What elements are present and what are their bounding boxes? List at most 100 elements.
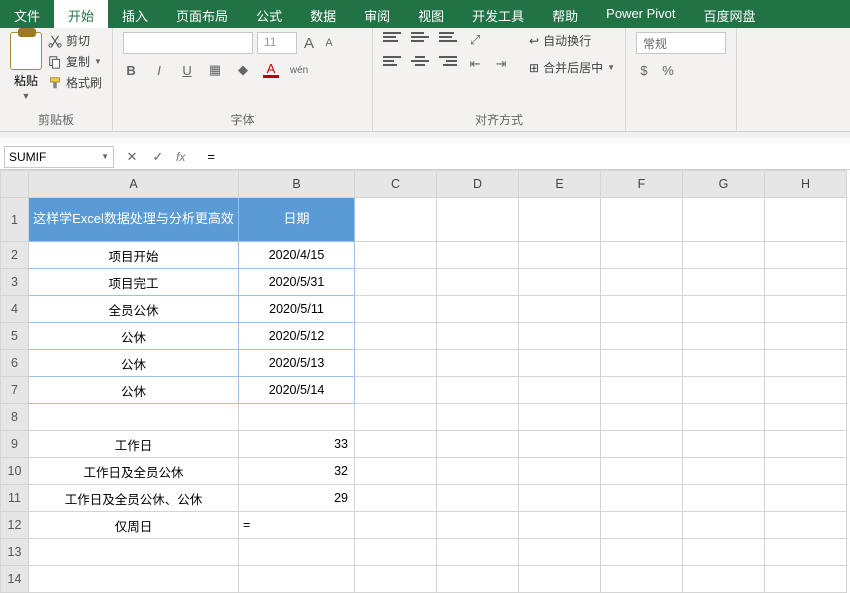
indent-decrease-button[interactable]: ⇤ [467, 56, 483, 72]
cell-E3[interactable] [519, 269, 601, 296]
tab-baidu[interactable]: 百度网盘 [690, 0, 770, 28]
cell-B7[interactable]: 2020/5/14 [239, 377, 355, 404]
row-header-1[interactable]: 1 [1, 198, 29, 242]
cell-G5[interactable] [683, 323, 765, 350]
font-color-button[interactable]: A [263, 62, 279, 78]
cell-H9[interactable] [765, 431, 847, 458]
formatpainter-button[interactable]: 格式刷 [48, 74, 102, 91]
cell-A5[interactable]: 公休 [29, 323, 239, 350]
cell-F2[interactable] [601, 242, 683, 269]
fill-color-button[interactable]: ◆ [235, 62, 251, 78]
cell-H6[interactable] [765, 350, 847, 377]
col-header-G[interactable]: G [683, 171, 765, 198]
col-header-E[interactable]: E [519, 171, 601, 198]
tab-developer[interactable]: 开发工具 [458, 0, 538, 28]
cell-B4[interactable]: 2020/5/11 [239, 296, 355, 323]
align-right-button[interactable] [439, 56, 457, 70]
number-format-select[interactable]: 常规 [636, 32, 726, 54]
cell-A14[interactable] [29, 566, 239, 593]
cell-B6[interactable]: 2020/5/13 [239, 350, 355, 377]
cell-C4[interactable] [355, 296, 437, 323]
cell-C13[interactable] [355, 539, 437, 566]
row-header-12[interactable]: 12 [1, 512, 29, 539]
tab-powerpivot[interactable]: Power Pivot [592, 0, 689, 28]
cell-E6[interactable] [519, 350, 601, 377]
select-all-corner[interactable] [1, 171, 29, 198]
cell-E12[interactable] [519, 512, 601, 539]
currency-button[interactable]: $ [636, 62, 652, 78]
cell-H7[interactable] [765, 377, 847, 404]
cell-H3[interactable] [765, 269, 847, 296]
cell-G9[interactable] [683, 431, 765, 458]
cell-G13[interactable] [683, 539, 765, 566]
enter-formula-button[interactable]: ✓ [150, 149, 166, 165]
row-header-11[interactable]: 11 [1, 485, 29, 512]
cell-E14[interactable] [519, 566, 601, 593]
cell-F12[interactable] [601, 512, 683, 539]
cell-G2[interactable] [683, 242, 765, 269]
cell-C8[interactable] [355, 404, 437, 431]
cell-G8[interactable] [683, 404, 765, 431]
decrease-font-button[interactable]: A [321, 35, 337, 51]
cell-F6[interactable] [601, 350, 683, 377]
cell-G11[interactable] [683, 485, 765, 512]
row-header-3[interactable]: 3 [1, 269, 29, 296]
cell-F5[interactable] [601, 323, 683, 350]
tab-home[interactable]: 开始 [54, 0, 108, 28]
col-header-F[interactable]: F [601, 171, 683, 198]
col-header-C[interactable]: C [355, 171, 437, 198]
chevron-down-icon[interactable]: ▼ [22, 91, 31, 101]
cell-E8[interactable] [519, 404, 601, 431]
cell-G7[interactable] [683, 377, 765, 404]
cell-F1[interactable] [601, 198, 683, 242]
cell-D2[interactable] [437, 242, 519, 269]
cell-E10[interactable] [519, 458, 601, 485]
orientation-button[interactable]: ⤢ [467, 32, 483, 48]
cell-G4[interactable] [683, 296, 765, 323]
tab-pagelayout[interactable]: 页面布局 [162, 0, 242, 28]
cell-B14[interactable] [239, 566, 355, 593]
cell-H5[interactable] [765, 323, 847, 350]
cell-D9[interactable] [437, 431, 519, 458]
cell-E7[interactable] [519, 377, 601, 404]
cell-A4[interactable]: 全员公休 [29, 296, 239, 323]
cell-D8[interactable] [437, 404, 519, 431]
cell-G3[interactable] [683, 269, 765, 296]
chevron-down-icon[interactable]: ▼ [94, 57, 102, 66]
tab-view[interactable]: 视图 [404, 0, 458, 28]
cell-D13[interactable] [437, 539, 519, 566]
cell-H12[interactable] [765, 512, 847, 539]
cell-E9[interactable] [519, 431, 601, 458]
cell-E5[interactable] [519, 323, 601, 350]
cancel-formula-button[interactable]: ✕ [124, 149, 140, 165]
wrap-text-button[interactable]: ↩ 自动换行 [529, 32, 615, 49]
cell-C2[interactable] [355, 242, 437, 269]
col-header-A[interactable]: A [29, 171, 239, 198]
row-header-10[interactable]: 10 [1, 458, 29, 485]
cell-E13[interactable] [519, 539, 601, 566]
cell-E4[interactable] [519, 296, 601, 323]
formula-input[interactable] [201, 147, 850, 166]
cell-G10[interactable] [683, 458, 765, 485]
cell-B1[interactable]: 日期 [239, 198, 355, 242]
row-header-13[interactable]: 13 [1, 539, 29, 566]
align-bottom-button[interactable] [439, 32, 457, 46]
cell-H2[interactable] [765, 242, 847, 269]
bold-button[interactable]: B [123, 62, 139, 78]
row-header-9[interactable]: 9 [1, 431, 29, 458]
cell-D12[interactable] [437, 512, 519, 539]
cell-B3[interactable]: 2020/5/31 [239, 269, 355, 296]
cell-F13[interactable] [601, 539, 683, 566]
cell-C9[interactable] [355, 431, 437, 458]
cell-B8[interactable] [239, 404, 355, 431]
cell-C10[interactable] [355, 458, 437, 485]
cell-C5[interactable] [355, 323, 437, 350]
cell-A9[interactable]: 工作日 [29, 431, 239, 458]
chevron-down-icon[interactable]: ▼ [607, 63, 615, 72]
row-header-5[interactable]: 5 [1, 323, 29, 350]
cell-A8[interactable] [29, 404, 239, 431]
cell-B2[interactable]: 2020/4/15 [239, 242, 355, 269]
cell-D11[interactable] [437, 485, 519, 512]
cell-E2[interactable] [519, 242, 601, 269]
cell-F4[interactable] [601, 296, 683, 323]
